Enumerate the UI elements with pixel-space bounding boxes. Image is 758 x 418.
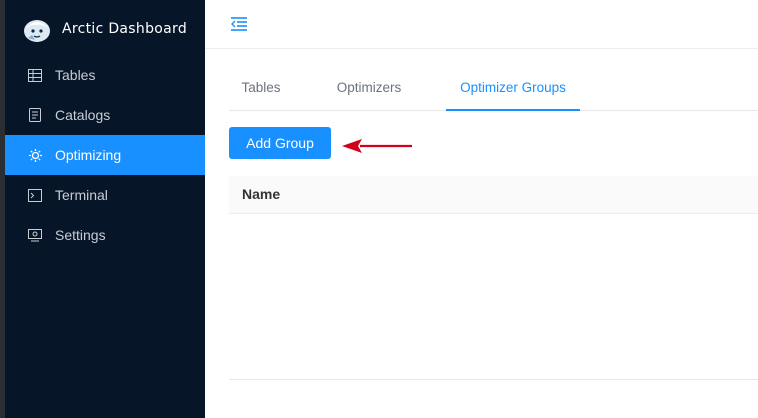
app-window: Arctic Dashboard Tables Catalogs Optimiz… [0, 0, 758, 418]
sidebar-item-tables[interactable]: Tables [5, 55, 205, 95]
terminal-icon [27, 187, 43, 203]
sidebar-item-label: Terminal [55, 187, 108, 203]
sidebar-item-optimizing[interactable]: Optimizing [5, 135, 205, 175]
tab-optimizers[interactable]: Optimizers [334, 66, 404, 110]
app-title: Arctic Dashboard [62, 21, 188, 37]
settings-monitor-icon [27, 227, 43, 243]
optimizing-tabs: Tables Optimizers Optimizer Groups [229, 66, 758, 111]
tab-tables[interactable]: Tables [241, 66, 281, 110]
active-tab-indicator [446, 109, 580, 111]
catalog-icon [27, 107, 43, 123]
groups-table-header: Name [229, 176, 758, 214]
sidebar-item-label: Catalogs [55, 107, 111, 123]
sidebar-item-settings[interactable]: Settings [5, 215, 205, 255]
sidebar-item-label: Optimizing [55, 147, 122, 163]
sidebar-menu: Tables Catalogs Optimizing Terminal Sett… [5, 55, 205, 255]
sidebar-item-terminal[interactable]: Terminal [5, 175, 205, 215]
brand[interactable]: Arctic Dashboard [22, 14, 187, 44]
add-group-button[interactable]: Add Group [229, 127, 331, 159]
menu-fold-icon[interactable] [230, 15, 248, 33]
top-header [205, 0, 758, 49]
optimizing-gear-icon [27, 147, 43, 163]
column-header-name: Name [242, 186, 281, 202]
sidebar: Arctic Dashboard Tables Catalogs Optimiz… [0, 0, 205, 418]
arctic-bear-logo-icon [24, 20, 50, 42]
table-bottom-border [229, 379, 758, 380]
annotation-arrow-icon [342, 139, 412, 153]
sidebar-item-label: Tables [55, 67, 96, 83]
sidebar-item-catalogs[interactable]: Catalogs [5, 95, 205, 135]
sidebar-item-label: Settings [55, 227, 106, 243]
table-icon [27, 67, 43, 83]
tab-optimizer-groups[interactable]: Optimizer Groups [446, 66, 580, 110]
